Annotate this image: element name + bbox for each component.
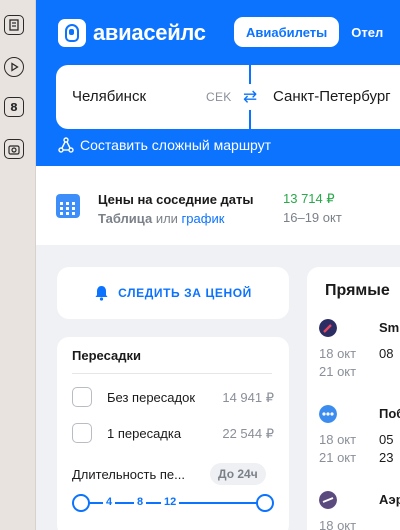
product-tabs: Авиабилеты Отел — [234, 17, 395, 47]
nearby-dates-panel[interactable]: Цены на соседние даты Таблица или график… — [36, 166, 400, 245]
flight-time-out: 08 — [379, 346, 394, 361]
slider-tick: 8 — [134, 496, 147, 508]
checkbox[interactable] — [72, 423, 92, 443]
flight-date-out: 18 окт — [319, 346, 357, 361]
play-icon[interactable] — [4, 57, 24, 77]
checkbox[interactable] — [72, 387, 92, 407]
flight-row[interactable]: Sm 18 окт 08 21 окт — [319, 319, 400, 379]
number-8-label: 8 — [10, 100, 18, 114]
notes-icon[interactable] — [4, 15, 24, 35]
stops-title: Пересадки — [72, 348, 141, 363]
route-nodes-icon — [58, 137, 74, 153]
route-form: Челябинск CEK ⇄ Санкт-Петербург — [56, 65, 400, 129]
flight-row[interactable]: Аэр 18 окт — [319, 491, 400, 530]
nearby-dates-price: 13 714 ₽ — [283, 191, 335, 206]
slider-max-handle[interactable] — [256, 494, 274, 512]
filter-option-nonstop[interactable]: Без пересадок 14 941 ₽ — [72, 387, 274, 409]
complex-route-label: Составить сложный маршрут — [80, 137, 272, 153]
slider-min-handle[interactable] — [72, 494, 90, 512]
origin-code: CEK — [206, 90, 232, 104]
airline-name: Sm — [379, 320, 400, 335]
calendar-icon — [56, 194, 80, 218]
bell-icon — [95, 286, 108, 301]
swap-route-button[interactable]: ⇄ — [237, 84, 263, 110]
swap-arrows-icon: ⇄ — [242, 87, 258, 107]
destination-input[interactable]: Санкт-Петербург — [273, 88, 391, 105]
or-text: или — [155, 211, 178, 226]
airline-logo-icon — [319, 405, 337, 423]
nearby-dates-links: Таблица или график — [98, 211, 224, 226]
browser-side-rail: 8 — [0, 0, 36, 530]
duration-badge: До 24ч — [210, 463, 266, 485]
complex-route-link[interactable]: Составить сложный маршрут — [58, 137, 271, 153]
filters-panel: Пересадки Без пересадок 14 941 ₽ 1 перес… — [57, 337, 289, 530]
duration-slider[interactable]: 4 8 12 — [72, 493, 274, 513]
duration-label: Длительность пе... — [72, 467, 185, 482]
airline-name: Поб — [379, 406, 400, 421]
flight-time-out: 05 — [379, 432, 394, 447]
tab-flights[interactable]: Авиабилеты — [234, 17, 340, 47]
filter-option-one-stop[interactable]: 1 пересадка 22 544 ₽ — [72, 423, 274, 445]
nearby-dates-title: Цены на соседние даты — [98, 192, 254, 207]
option-label: 1 пересадка — [107, 426, 182, 441]
aviasales-logo-icon — [58, 19, 86, 47]
flight-row[interactable]: Поб 18 окт 05 21 окт 23 — [319, 405, 400, 465]
flight-date-out: 18 окт — [319, 518, 357, 530]
origin-input[interactable]: Челябинск — [72, 88, 146, 105]
search-header: авиасейлс Авиабилеты Отел Челябинск CEK … — [36, 0, 400, 166]
brand-logo[interactable]: авиасейлс — [58, 19, 206, 47]
table-link[interactable]: Таблица — [98, 211, 152, 226]
option-price: 14 941 ₽ — [222, 390, 274, 405]
flight-time-back: 23 — [379, 450, 394, 465]
flight-date-back: 21 окт — [319, 364, 357, 379]
flight-date-out: 18 окт — [319, 432, 357, 447]
chart-link[interactable]: график — [182, 211, 225, 226]
slider-tick: 12 — [161, 496, 180, 508]
follow-price-button[interactable]: СЛЕДИТЬ ЗА ЦЕНОЙ — [57, 267, 289, 319]
number-8-icon[interactable]: 8 — [4, 97, 24, 117]
option-label: Без пересадок — [107, 390, 196, 405]
slider-tick: 4 — [103, 496, 116, 508]
nearby-dates-range: 16–19 окт — [283, 210, 342, 225]
brand-name: авиасейлс — [93, 20, 206, 45]
screenshot-icon[interactable] — [4, 139, 24, 159]
tab-hotels[interactable]: Отел — [339, 17, 395, 47]
direct-flights-panel: Прямые Sm 18 окт 08 21 окт Поб 18 окт 05… — [307, 267, 400, 530]
option-price: 22 544 ₽ — [222, 426, 274, 441]
stops-divider — [72, 373, 272, 374]
airline-logo-icon — [319, 319, 337, 337]
follow-price-label: СЛЕДИТЬ ЗА ЦЕНОЙ — [118, 286, 252, 300]
airline-logo-icon — [319, 491, 337, 509]
direct-flights-title: Прямые — [325, 282, 390, 299]
airline-name: Аэр — [379, 492, 400, 507]
flight-date-back: 21 окт — [319, 450, 357, 465]
